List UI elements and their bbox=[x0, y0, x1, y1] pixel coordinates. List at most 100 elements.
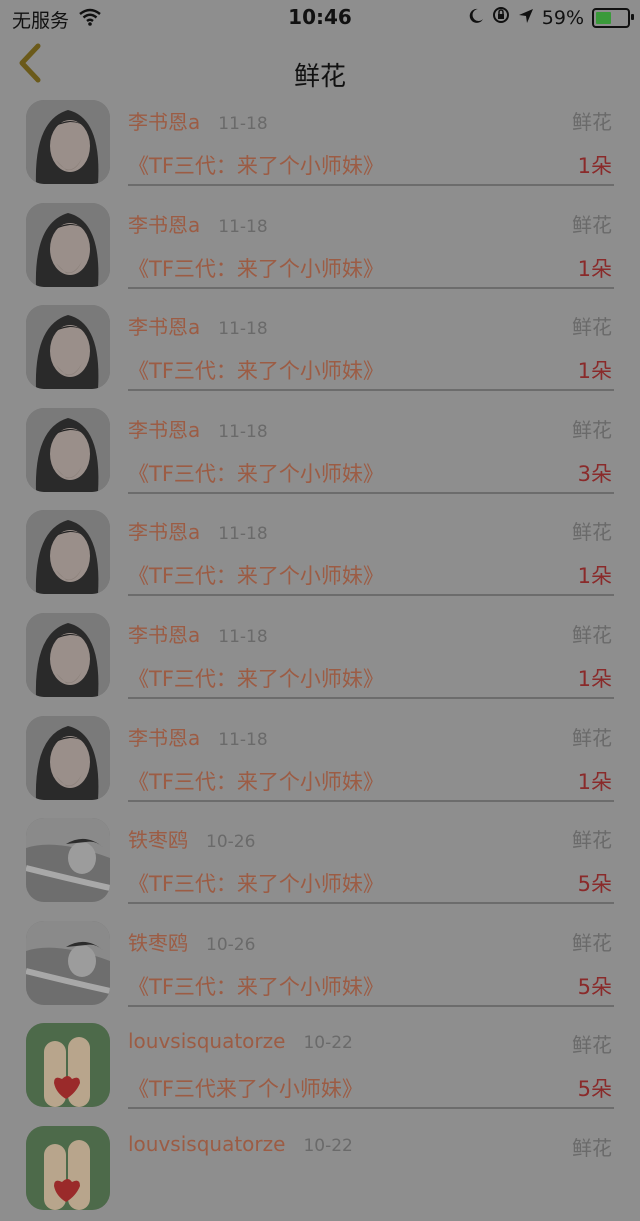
avatar[interactable] bbox=[26, 100, 110, 184]
avatar[interactable] bbox=[26, 305, 110, 390]
flower-count: 3朵 bbox=[577, 461, 612, 486]
gift-type: 鲜花 bbox=[572, 725, 612, 750]
list-item[interactable]: 李书恩a 11-18 鲜花《TF三代：来了个小师妹》 3朵 bbox=[0, 400, 640, 503]
book-title[interactable]: 《TF三代来了个小师妹》 bbox=[128, 1073, 363, 1103]
gift-type: 鲜花 bbox=[572, 520, 612, 545]
book-title[interactable]: 《TF三代：来了个小师妹》 bbox=[128, 355, 384, 385]
flower-count: 1朵 bbox=[577, 769, 612, 794]
list-item[interactable]: louvsisquatorze 10-22 鲜花《TF三代来了个小师妹》 5朵 bbox=[0, 1015, 640, 1118]
book-title[interactable]: 《TF三代：来了个小师妹》 bbox=[128, 150, 384, 180]
flower-count: 1朵 bbox=[577, 154, 612, 178]
book-title[interactable]: 《TF三代：来了个小师妹》 bbox=[128, 766, 384, 796]
user-name-text: 铁枣鸥 bbox=[128, 828, 188, 853]
book-title[interactable]: 《TF三代：来了个小师妹》 bbox=[128, 253, 384, 283]
flower-count: 5朵 bbox=[577, 1077, 612, 1102]
avatar[interactable] bbox=[26, 202, 110, 287]
flower-count: 1朵 bbox=[577, 666, 612, 691]
row-divider bbox=[128, 799, 614, 802]
gift-type: 鲜花 bbox=[572, 1135, 612, 1160]
gift-date: 10-26 bbox=[206, 832, 256, 853]
user-name-text: 李书恩a bbox=[128, 520, 201, 545]
book-title[interactable]: 《TF三代：来了个小师妹》 bbox=[128, 560, 384, 590]
user-name-text: louvsisquatorze bbox=[128, 1131, 286, 1156]
list-item[interactable]: 李书恩a 11-18 鲜花《TF三代：来了个小师妹》 1朵 bbox=[0, 195, 640, 298]
user-name[interactable]: 李书恩a 11-18 bbox=[128, 619, 268, 648]
status-bar: 无服务 10:46 59% bbox=[0, 0, 640, 36]
user-name[interactable]: 铁枣鸥 10-26 bbox=[128, 927, 255, 956]
row-divider bbox=[128, 594, 614, 597]
user-name-text: 李书恩a bbox=[128, 725, 201, 750]
row-divider bbox=[128, 696, 614, 699]
user-name-text: 李书恩a bbox=[128, 110, 201, 134]
row-divider bbox=[128, 389, 614, 392]
row-divider bbox=[128, 1107, 614, 1110]
user-name-text: 铁枣鸥 bbox=[128, 930, 188, 955]
moon-icon bbox=[468, 7, 484, 29]
user-name[interactable]: louvsisquatorze 10-22 bbox=[128, 1132, 353, 1156]
user-name-text: 李书恩a bbox=[128, 315, 201, 340]
battery-level bbox=[596, 11, 611, 24]
avatar[interactable] bbox=[26, 612, 110, 697]
book-title[interactable]: 《TF三代：来了个小师妹》 bbox=[128, 868, 384, 898]
page-title: 鲜花 bbox=[293, 62, 346, 92]
user-name[interactable]: 铁枣鸥 10-26 bbox=[128, 824, 255, 853]
avatar[interactable] bbox=[26, 920, 110, 1005]
gift-type: 鲜花 bbox=[572, 622, 612, 647]
list-item[interactable]: 李书恩a 11-18 鲜花《TF三代：来了个小师妹》 1朵 bbox=[0, 708, 640, 811]
user-name[interactable]: 李书恩a 11-18 bbox=[128, 722, 268, 751]
list-item[interactable]: 铁枣鸥 10-26 鲜花 《TF三代：来了个小师妹》 5朵 bbox=[0, 810, 640, 913]
avatar[interactable] bbox=[26, 510, 110, 595]
gift-date: 11-18 bbox=[218, 421, 268, 442]
flower-count: 1朵 bbox=[577, 359, 612, 384]
list-item[interactable]: 李书恩a 11-18 鲜花《TF三代：来了个小师妹》 1朵 bbox=[0, 502, 640, 605]
book-title[interactable]: 《TF三代：来了个小师妹》 bbox=[128, 663, 384, 693]
user-name[interactable]: 李书恩a 11-18 bbox=[128, 516, 268, 545]
book-title[interactable]: 《TF三代：来了个小师妹》 bbox=[128, 971, 384, 1001]
location-icon bbox=[518, 7, 534, 29]
gift-type: 鲜花 bbox=[572, 110, 612, 134]
gift-type: 鲜花 bbox=[572, 315, 612, 340]
gift-type: 鲜花 bbox=[572, 212, 612, 237]
flower-count: 1朵 bbox=[577, 256, 612, 281]
gift-type: 鲜花 bbox=[572, 828, 612, 853]
user-name[interactable]: 李书恩a 11-18 bbox=[128, 414, 268, 443]
gift-date: 11-18 bbox=[218, 626, 268, 647]
gift-type: 鲜花 bbox=[572, 930, 612, 955]
user-name[interactable]: 李书恩a 11-18 bbox=[128, 106, 268, 135]
avatar[interactable] bbox=[26, 715, 110, 800]
row-divider bbox=[128, 286, 614, 289]
gift-date: 10-22 bbox=[303, 1033, 353, 1054]
row-divider bbox=[128, 902, 614, 905]
orientation-lock-icon bbox=[492, 6, 510, 29]
gift-date: 11-18 bbox=[218, 216, 268, 237]
gift-type: 鲜花 bbox=[572, 1033, 612, 1058]
avatar[interactable] bbox=[26, 818, 110, 903]
user-name-text: 李书恩a bbox=[128, 622, 201, 647]
gift-date: 11-18 bbox=[218, 524, 268, 545]
gift-type: 鲜花 bbox=[572, 417, 612, 442]
book-title[interactable]: 《TF三代：来了个小师妹》 bbox=[128, 458, 384, 488]
nav-bar: 鲜花 bbox=[0, 36, 640, 92]
user-name-text: 李书恩a bbox=[128, 417, 201, 442]
list-item[interactable]: 铁枣鸥 10-26 鲜花《TF三代：来了个小师妹》 5朵 bbox=[0, 913, 640, 1016]
flower-count: 5朵 bbox=[577, 974, 612, 999]
gift-date: 11-18 bbox=[218, 114, 268, 134]
gift-date: 11-18 bbox=[218, 729, 268, 750]
user-name[interactable]: 李书恩a 11-18 bbox=[128, 311, 268, 340]
list-item[interactable]: 李书恩a 11-18 鲜花《TF三代：来了个小师妹》 1朵 bbox=[0, 92, 640, 195]
list-item[interactable]: 李书恩a 11-18 鲜花《TF三代：来了个小师妹》 1朵 bbox=[0, 605, 640, 708]
avatar[interactable] bbox=[26, 1023, 110, 1108]
flower-list: 李书恩a 11-18 鲜花 《TF三代：来了个小师妹》 1朵 李书恩a 11-18 鲜花 《TF… bbox=[0, 92, 640, 1221]
gift-date: 11-18 bbox=[218, 319, 268, 340]
user-name[interactable]: 李书恩a 11-18 bbox=[128, 209, 268, 238]
battery-icon bbox=[592, 7, 634, 28]
flower-count: 1朵 bbox=[577, 564, 612, 589]
avatar[interactable] bbox=[26, 407, 110, 492]
status-right: 59% bbox=[468, 6, 634, 29]
user-name[interactable]: louvsisquatorze 10-22 bbox=[128, 1029, 353, 1053]
list-item[interactable]: louvsisquatorze 10-22 鲜花 bbox=[0, 1118, 640, 1221]
row-divider bbox=[128, 184, 614, 186]
list-item[interactable]: 李书恩a 11-18 鲜花《TF三代：来了个小师妹》 1朵 bbox=[0, 297, 640, 400]
gift-date: 10-26 bbox=[206, 934, 256, 955]
row-divider bbox=[128, 1004, 614, 1007]
